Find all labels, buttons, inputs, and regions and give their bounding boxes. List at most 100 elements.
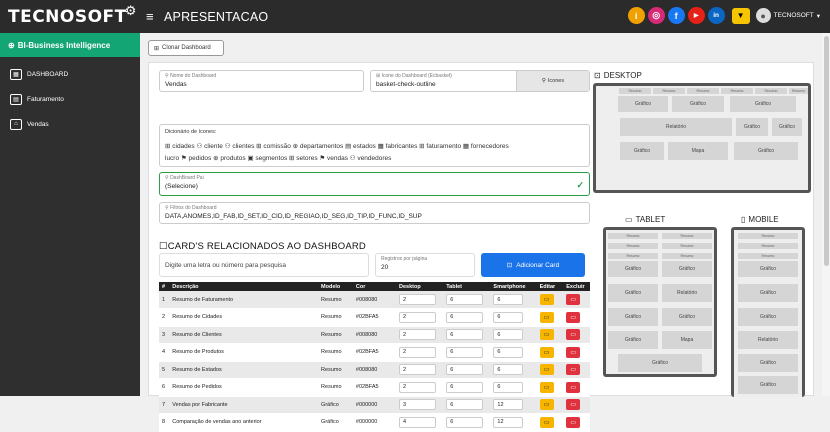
preview-block: Resumo: [721, 88, 753, 94]
smartphone-size-input[interactable]: 12: [493, 399, 524, 411]
user-name: TECNOSOFT: [773, 12, 814, 19]
tablet-size-input[interactable]: 6: [446, 381, 484, 393]
delete-button[interactable]: ▭: [566, 311, 581, 323]
desktop-size-input[interactable]: 2: [399, 381, 437, 393]
header-actions: i ◎ f ▶ in ▼ ● TECNOSOFT ▾: [627, 7, 820, 24]
field-value: DATA,ANOMES,ID_FAB,ID_SET,ID_CID,ID_REGI…: [165, 213, 422, 220]
instagram-icon[interactable]: ◎: [647, 7, 665, 24]
edit-icon: ▭: [543, 314, 550, 321]
smartphone-size-input[interactable]: 6: [493, 346, 524, 358]
tablet-size-input[interactable]: 6: [446, 311, 484, 323]
cell-model: Resumo: [318, 343, 353, 362]
cards-table: # Descrição Modelo Cor Desktop Tablet Sm…: [159, 282, 590, 432]
cell-smartphone: 12: [490, 396, 537, 414]
cell-description: Comparação de vendas ano anterior: [169, 413, 319, 432]
cell-number: 6: [159, 378, 170, 397]
preview-block: Resumo: [608, 243, 658, 249]
sidebar-item-label: Vendas: [27, 120, 49, 128]
preview-block: Gráfico: [772, 118, 802, 136]
preview-block: Gráfico: [738, 354, 798, 372]
edit-button[interactable]: ▭: [539, 381, 554, 393]
sidebar-header[interactable]: ⊕ BI-Business Intelligence: [0, 33, 140, 57]
avatar: ●: [755, 8, 771, 23]
parent-dashboard-select[interactable]: ⚲ DashBoard Pai (Selecione) ✓: [159, 172, 590, 196]
field-value: 20: [381, 264, 389, 271]
tablet-size-input[interactable]: 6: [446, 364, 484, 376]
preview-block: Gráfico: [738, 376, 798, 394]
field-label: Registros por página: [381, 256, 428, 262]
sidebar-item-faturamento[interactable]: ▤ Faturamento: [0, 91, 140, 107]
edit-button[interactable]: ▭: [539, 364, 554, 376]
cell-tablet: 6: [443, 291, 491, 309]
cell-color: #008080: [352, 361, 397, 379]
preview-block: Gráfico: [738, 308, 798, 326]
scrollbar-thumb[interactable]: [824, 36, 829, 266]
cell-color: #000000: [352, 413, 397, 432]
filters-field[interactable]: ⚲ Filtros do Dashboard DATA,ANOMES,ID_FA…: [159, 202, 590, 224]
desktop-size-input[interactable]: 2: [399, 329, 437, 341]
cell-color: #000000: [352, 396, 397, 414]
delete-button[interactable]: ▭: [566, 329, 581, 341]
desktop-size-input[interactable]: 3: [399, 399, 437, 411]
cell-description: Resumo de Clientes: [169, 326, 319, 344]
linkedin-icon[interactable]: in: [707, 7, 725, 24]
edit-icon: ▭: [543, 297, 550, 303]
tablet-size-input[interactable]: 6: [446, 346, 484, 358]
logo[interactable]: TECNOSOFT ⚙: [0, 0, 140, 33]
cell-smartphone: 6: [490, 291, 537, 309]
clone-dashboard-button[interactable]: ⊞ Clonar Dashboard: [148, 40, 224, 56]
smartphone-size-input[interactable]: 6: [493, 311, 524, 323]
desktop-size-input[interactable]: 2: [399, 364, 437, 376]
notification-icon[interactable]: ▼: [731, 7, 750, 24]
per-page-field[interactable]: Registros por página 20: [375, 253, 475, 277]
icons-row: lucro ⚑ pedidos ⊕ produtos ▣ segmentos ⊞…: [165, 155, 392, 162]
delete-button[interactable]: ▭: [566, 364, 581, 376]
user-menu[interactable]: ● TECNOSOFT ▾: [755, 8, 820, 23]
icons-button[interactable]: ⚲ Icones: [516, 71, 589, 91]
sidebar-item-vendas[interactable]: ⌂ Vendas: [0, 116, 140, 132]
smartphone-size-input[interactable]: 12: [493, 416, 524, 428]
search-input[interactable]: Digite uma letra ou número para pesquisa: [159, 253, 369, 277]
edit-button[interactable]: ▭: [539, 329, 554, 341]
preview-block: Resumo: [653, 88, 685, 94]
delete-button[interactable]: ▭: [566, 416, 581, 428]
delete-button[interactable]: ▭: [566, 399, 581, 411]
cell-desktop: 2: [396, 291, 444, 309]
info-icon[interactable]: i: [627, 7, 645, 24]
tablet-size-input[interactable]: 6: [446, 294, 484, 305]
cell-edit: ▭: [536, 326, 564, 344]
cell-number: 3: [159, 326, 170, 344]
sidebar-item-dashboard[interactable]: ▦ DASHBOARD: [0, 66, 140, 82]
facebook-icon[interactable]: f: [667, 7, 685, 24]
preview-block: Resumo: [608, 253, 658, 259]
desktop-size-input[interactable]: 2: [399, 294, 437, 305]
edit-button[interactable]: ▭: [539, 346, 554, 358]
tablet-size-input[interactable]: 6: [446, 416, 484, 428]
desktop-size-input[interactable]: 2: [399, 346, 437, 358]
cell-smartphone: 6: [490, 378, 537, 397]
youtube-icon[interactable]: ▶: [687, 7, 705, 24]
dashboard-form-card: ⚲ Nome do Dashboard Vendas ⊞ Icone do Da…: [148, 62, 814, 432]
smartphone-size-input[interactable]: 6: [493, 364, 524, 376]
delete-button[interactable]: ▭: [566, 346, 581, 358]
dashboard-name-field[interactable]: ⚲ Nome do Dashboard Vendas: [159, 70, 364, 92]
smartphone-size-input[interactable]: 6: [493, 381, 524, 393]
cell-desktop: 2: [396, 308, 444, 327]
desktop-size-input[interactable]: 4: [399, 416, 437, 428]
table-row: 4 Resumo de Produtos Resumo #02BFA5 2 6 6 ▭ ▭: [159, 343, 590, 362]
tablet-size-input[interactable]: 6: [446, 329, 484, 341]
add-card-button[interactable]: ⊡ Adicionar Card: [481, 253, 585, 277]
dashboard-icon-field[interactable]: ⊞ Icone do Dashboard (Ecbasket) basket-c…: [370, 70, 590, 92]
desktop-size-input[interactable]: 2: [399, 311, 437, 323]
smartphone-size-input[interactable]: 6: [493, 294, 524, 305]
edit-button[interactable]: ▭: [539, 311, 554, 323]
smartphone-size-input[interactable]: 6: [493, 329, 524, 341]
delete-button[interactable]: ▭: [566, 381, 581, 393]
hamburger-icon[interactable]: ≡: [146, 9, 160, 24]
edit-button[interactable]: ▭: [539, 399, 554, 411]
delete-button[interactable]: ▭: [566, 294, 581, 305]
edit-button[interactable]: ▭: [539, 416, 554, 428]
tablet-size-input[interactable]: 6: [446, 399, 484, 411]
phone-icon: ▯: [741, 215, 746, 224]
edit-button[interactable]: ▭: [539, 294, 554, 305]
